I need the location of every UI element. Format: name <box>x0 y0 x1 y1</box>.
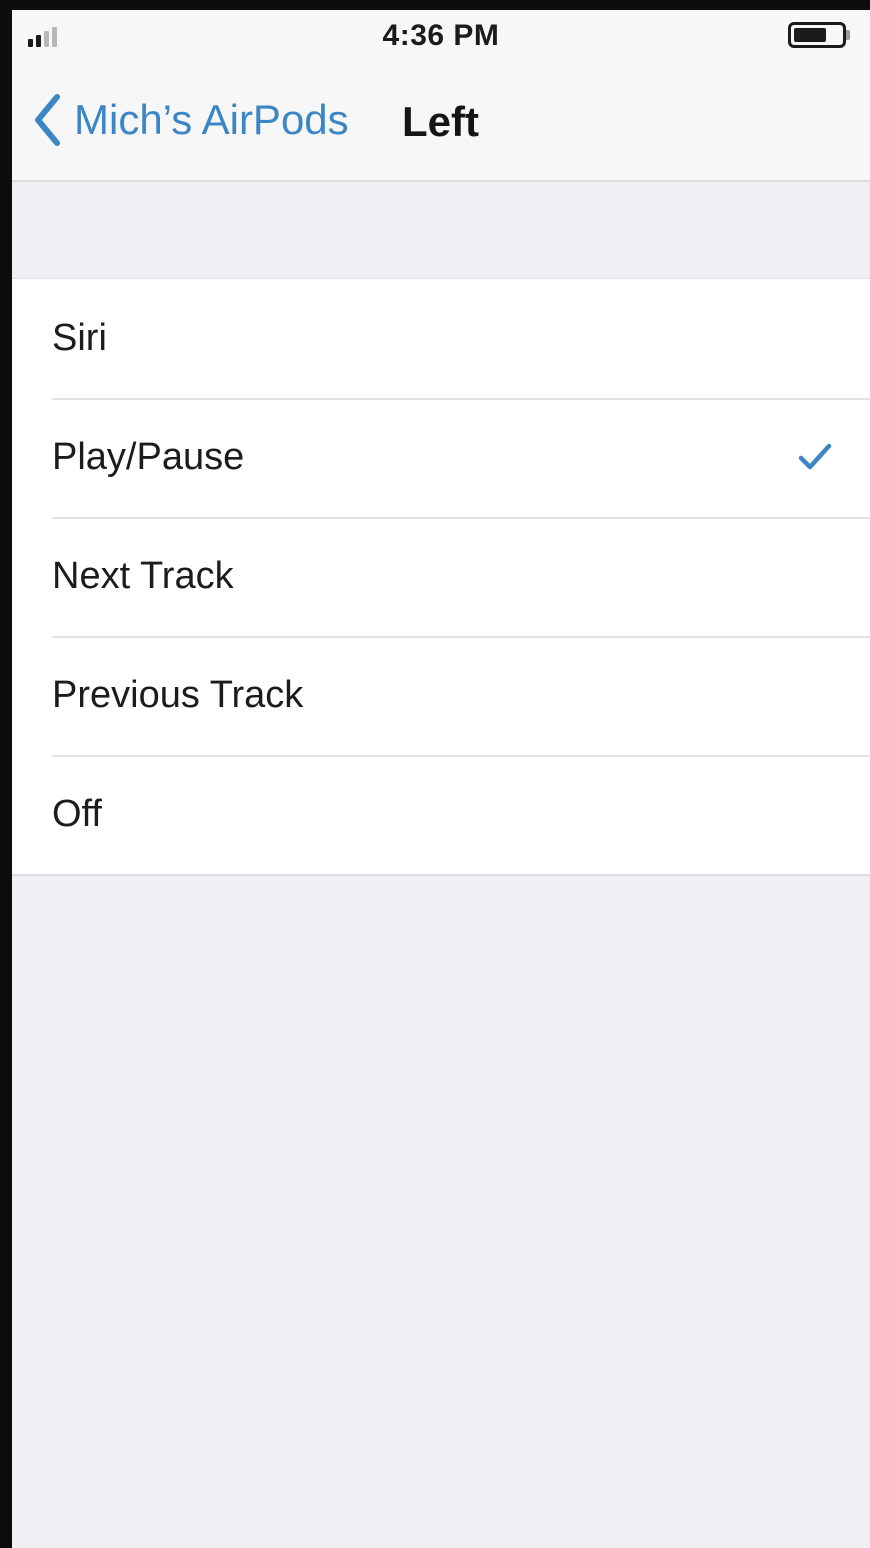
device-frame-left <box>0 0 12 1548</box>
navigation-bar: Mich’s AirPods Left <box>12 62 870 182</box>
screen: 4:36 PM Mich’s AirPods Left Siri Play/Pa… <box>12 10 870 1548</box>
chevron-left-icon <box>35 94 60 146</box>
list-item-label: Off <box>52 793 102 835</box>
checkmark-icon <box>798 443 832 470</box>
options-list: Siri Play/Pause Next Track Previous Trac… <box>12 278 870 876</box>
list-item-previous-track[interactable]: Previous Track <box>12 636 870 755</box>
list-item-next-track[interactable]: Next Track <box>12 517 870 636</box>
list-item-off[interactable]: Off <box>12 755 870 874</box>
list-item-play-pause[interactable]: Play/Pause <box>12 398 870 517</box>
list-item-label: Play/Pause <box>52 436 245 478</box>
status-bar: 4:36 PM <box>12 10 870 62</box>
page-title: Left <box>402 98 479 145</box>
device-frame-top <box>0 0 870 10</box>
battery-icon <box>788 22 850 48</box>
list-item-label: Siri <box>52 317 107 359</box>
list-item-siri[interactable]: Siri <box>12 279 870 398</box>
list-item-label: Next Track <box>52 555 234 597</box>
back-button[interactable]: Mich’s AirPods <box>32 92 349 148</box>
status-time: 4:36 PM <box>382 19 500 52</box>
back-button-label: Mich’s AirPods <box>74 96 349 143</box>
list-item-label: Previous Track <box>52 674 304 716</box>
